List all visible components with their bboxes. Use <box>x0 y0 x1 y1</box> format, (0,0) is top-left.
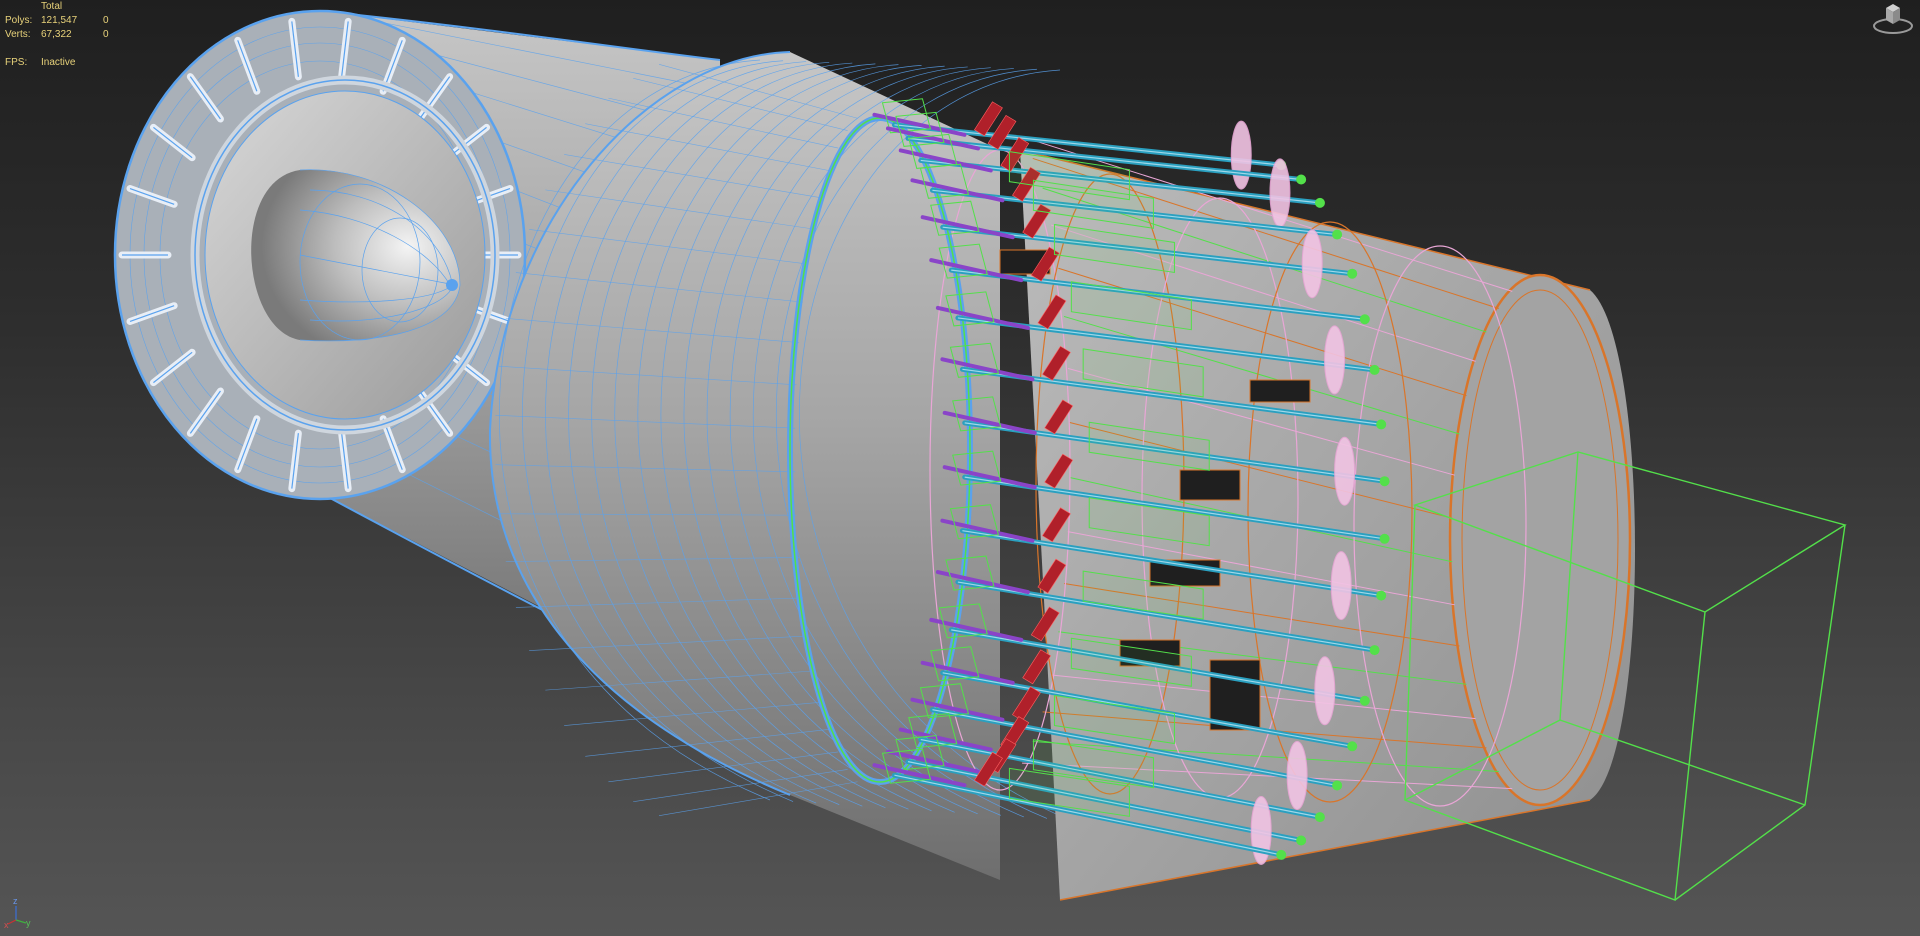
viewcube-icon[interactable] <box>1872 2 1914 36</box>
tripod-y-label: y <box>26 918 31 928</box>
stats-header-total: Total <box>41 1 63 12</box>
verts-total: 67,322 <box>41 29 72 40</box>
verts-label: Verts: <box>5 29 31 40</box>
tripod-x-label: x <box>4 920 9 930</box>
axis-tripod-icon: z x y <box>4 896 34 930</box>
polys-selected: 0 <box>103 15 109 26</box>
fps-label: FPS: <box>5 57 28 68</box>
fps-value: Inactive <box>41 57 76 68</box>
engine-model-render[interactable] <box>0 0 1920 936</box>
intake-face <box>113 9 527 501</box>
verts-selected: 0 <box>103 29 109 40</box>
polys-total: 121,547 <box>41 15 78 26</box>
tripod-z-label: z <box>13 896 18 906</box>
3d-viewport[interactable]: Total Polys: 121,547 0 Verts: 67,322 0 F… <box>0 0 1920 936</box>
polys-label: Polys: <box>5 15 33 26</box>
